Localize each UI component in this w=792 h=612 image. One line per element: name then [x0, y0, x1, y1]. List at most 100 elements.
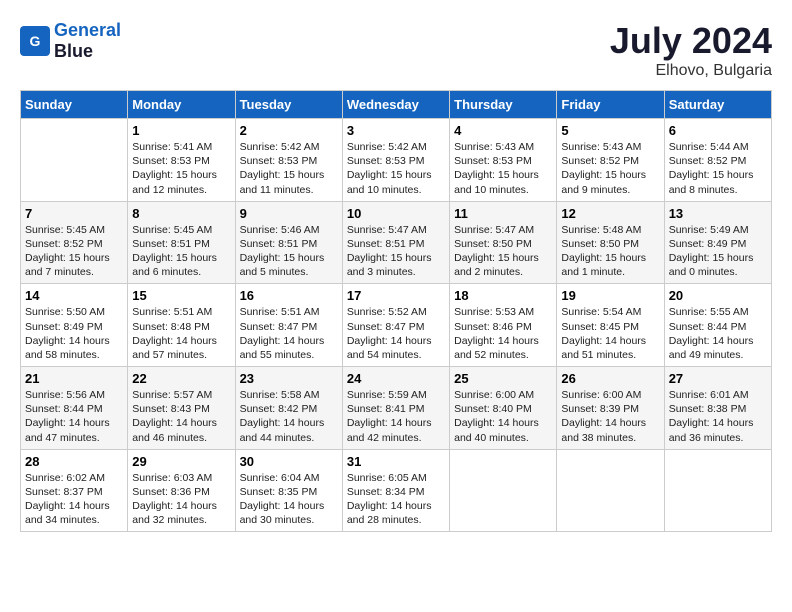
day-number: 31 [347, 454, 445, 469]
calendar-cell [664, 449, 771, 532]
calendar-cell: 20 Sunrise: 5:55 AM Sunset: 8:44 PM Dayli… [664, 284, 771, 367]
calendar-cell: 1Sunrise: 5:41 AM Sunset: 8:53 PM Daylig… [128, 119, 235, 202]
day-number: 22 [132, 371, 230, 386]
day-number: 25 [454, 371, 552, 386]
day-number: 30 [240, 454, 338, 469]
day-number: 8 [132, 206, 230, 221]
day-info: Sunrise: 5:51 AM Sunset: 8:47 PM Dayligh… [240, 305, 338, 362]
calendar-cell: 24 Sunrise: 5:59 AM Sunset: 8:41 PM Dayli… [342, 367, 449, 450]
day-info: Sunrise: 5:43 AM Sunset: 8:53 PM Dayligh… [454, 140, 552, 197]
day-number: 6 [669, 123, 767, 138]
day-info: Sunrise: 5:42 AM Sunset: 8:53 PM Dayligh… [347, 140, 445, 197]
day-info: Sunrise: 5:41 AM Sunset: 8:53 PM Dayligh… [132, 140, 230, 197]
calendar-cell [21, 119, 128, 202]
calendar-cell: 23Sunrise: 5:58 AM Sunset: 8:42 PM Dayli… [235, 367, 342, 450]
calendar-cell: 17Sunrise: 5:52 AM Sunset: 8:47 PM Dayli… [342, 284, 449, 367]
logo-icon: G [20, 26, 50, 56]
logo: G General Blue [20, 20, 121, 62]
day-number: 15 [132, 288, 230, 303]
day-info: Sunrise: 5:55 AM Sunset: 8:44 PM Dayligh… [669, 305, 767, 362]
day-number: 27 [669, 371, 767, 386]
day-number: 11 [454, 206, 552, 221]
column-header-friday: Friday [557, 91, 664, 119]
day-info: Sunrise: 6:04 AM Sunset: 8:35 PM Dayligh… [240, 471, 338, 528]
day-number: 14 [25, 288, 123, 303]
day-info: Sunrise: 5:43 AM Sunset: 8:52 PM Dayligh… [561, 140, 659, 197]
day-number: 5 [561, 123, 659, 138]
logo-text: General [54, 20, 121, 41]
day-number: 28 [25, 454, 123, 469]
calendar-cell: 28 Sunrise: 6:02 AM Sunset: 8:37 PM Dayli… [21, 449, 128, 532]
day-info: Sunrise: 5:53 AM Sunset: 8:46 PM Dayligh… [454, 305, 552, 362]
calendar-cell: 13Sunrise: 5:49 AM Sunset: 8:49 PM Dayli… [664, 201, 771, 284]
calendar-cell: 5 Sunrise: 5:43 AM Sunset: 8:52 PM Daylig… [557, 119, 664, 202]
day-info: Sunrise: 5:59 AM Sunset: 8:41 PM Dayligh… [347, 388, 445, 445]
day-number: 18 [454, 288, 552, 303]
day-number: 2 [240, 123, 338, 138]
column-header-saturday: Saturday [664, 91, 771, 119]
day-info: Sunrise: 5:45 AM Sunset: 8:51 PM Dayligh… [132, 223, 230, 280]
calendar-cell: 2 Sunrise: 5:42 AM Sunset: 8:53 PM Daylig… [235, 119, 342, 202]
day-info: Sunrise: 6:02 AM Sunset: 8:37 PM Dayligh… [25, 471, 123, 528]
day-info: Sunrise: 5:51 AM Sunset: 8:48 PM Dayligh… [132, 305, 230, 362]
day-number: 10 [347, 206, 445, 221]
calendar-cell: 27 Sunrise: 6:01 AM Sunset: 8:38 PM Dayli… [664, 367, 771, 450]
calendar-cell: 4 Sunrise: 5:43 AM Sunset: 8:53 PM Daylig… [450, 119, 557, 202]
day-number: 21 [25, 371, 123, 386]
calendar-week-3: 14 Sunrise: 5:50 AM Sunset: 8:49 PM Dayli… [21, 284, 772, 367]
day-info: Sunrise: 6:00 AM Sunset: 8:40 PM Dayligh… [454, 388, 552, 445]
calendar-cell: 11 Sunrise: 5:47 AM Sunset: 8:50 PM Dayli… [450, 201, 557, 284]
calendar-cell: 14 Sunrise: 5:50 AM Sunset: 8:49 PM Dayli… [21, 284, 128, 367]
day-info: Sunrise: 5:42 AM Sunset: 8:53 PM Dayligh… [240, 140, 338, 197]
day-info: Sunrise: 6:05 AM Sunset: 8:34 PM Dayligh… [347, 471, 445, 528]
day-number: 3 [347, 123, 445, 138]
day-info: Sunrise: 5:47 AM Sunset: 8:50 PM Dayligh… [454, 223, 552, 280]
day-info: Sunrise: 5:46 AM Sunset: 8:51 PM Dayligh… [240, 223, 338, 280]
calendar-cell: 25 Sunrise: 6:00 AM Sunset: 8:40 PM Dayli… [450, 367, 557, 450]
calendar-cell: 29Sunrise: 6:03 AM Sunset: 8:36 PM Dayli… [128, 449, 235, 532]
month-title: July 2024 [610, 20, 772, 62]
day-number: 7 [25, 206, 123, 221]
calendar-cell: 31 Sunrise: 6:05 AM Sunset: 8:34 PM Dayli… [342, 449, 449, 532]
day-number: 12 [561, 206, 659, 221]
day-number: 24 [347, 371, 445, 386]
day-info: Sunrise: 5:47 AM Sunset: 8:51 PM Dayligh… [347, 223, 445, 280]
calendar-cell [557, 449, 664, 532]
day-number: 16 [240, 288, 338, 303]
calendar-cell: 16 Sunrise: 5:51 AM Sunset: 8:47 PM Dayli… [235, 284, 342, 367]
location: Elhovo, Bulgaria [610, 62, 772, 80]
calendar-cell: 8 Sunrise: 5:45 AM Sunset: 8:51 PM Daylig… [128, 201, 235, 284]
calendar-cell: 30 Sunrise: 6:04 AM Sunset: 8:35 PM Dayli… [235, 449, 342, 532]
calendar-cell: 9Sunrise: 5:46 AM Sunset: 8:51 PM Daylig… [235, 201, 342, 284]
calendar-cell: 19 Sunrise: 5:54 AM Sunset: 8:45 PM Dayli… [557, 284, 664, 367]
day-info: Sunrise: 5:50 AM Sunset: 8:49 PM Dayligh… [25, 305, 123, 362]
day-number: 4 [454, 123, 552, 138]
calendar-cell: 6Sunrise: 5:44 AM Sunset: 8:52 PM Daylig… [664, 119, 771, 202]
page-header: G General Blue July 2024 Elhovo, Bulgari… [20, 20, 772, 80]
calendar-table: SundayMondayTuesdayWednesdayThursdayFrid… [20, 90, 772, 532]
calendar-cell: 7 Sunrise: 5:45 AM Sunset: 8:52 PM Daylig… [21, 201, 128, 284]
calendar-cell: 26Sunrise: 6:00 AM Sunset: 8:39 PM Dayli… [557, 367, 664, 450]
day-number: 19 [561, 288, 659, 303]
day-number: 20 [669, 288, 767, 303]
column-header-sunday: Sunday [21, 91, 128, 119]
calendar-week-4: 21 Sunrise: 5:56 AM Sunset: 8:44 PM Dayli… [21, 367, 772, 450]
column-header-thursday: Thursday [450, 91, 557, 119]
calendar-week-1: 1Sunrise: 5:41 AM Sunset: 8:53 PM Daylig… [21, 119, 772, 202]
calendar-week-2: 7 Sunrise: 5:45 AM Sunset: 8:52 PM Daylig… [21, 201, 772, 284]
logo-subtext: Blue [54, 41, 121, 62]
column-header-tuesday: Tuesday [235, 91, 342, 119]
day-info: Sunrise: 5:54 AM Sunset: 8:45 PM Dayligh… [561, 305, 659, 362]
calendar-cell: 22Sunrise: 5:57 AM Sunset: 8:43 PM Dayli… [128, 367, 235, 450]
svg-text:G: G [30, 33, 41, 49]
day-info: Sunrise: 6:01 AM Sunset: 8:38 PM Dayligh… [669, 388, 767, 445]
day-number: 17 [347, 288, 445, 303]
calendar-cell [450, 449, 557, 532]
calendar-header-row: SundayMondayTuesdayWednesdayThursdayFrid… [21, 91, 772, 119]
day-info: Sunrise: 5:56 AM Sunset: 8:44 PM Dayligh… [25, 388, 123, 445]
day-info: Sunrise: 5:49 AM Sunset: 8:49 PM Dayligh… [669, 223, 767, 280]
day-info: Sunrise: 5:45 AM Sunset: 8:52 PM Dayligh… [25, 223, 123, 280]
day-number: 29 [132, 454, 230, 469]
title-block: July 2024 Elhovo, Bulgaria [610, 20, 772, 80]
calendar-cell: 21 Sunrise: 5:56 AM Sunset: 8:44 PM Dayli… [21, 367, 128, 450]
